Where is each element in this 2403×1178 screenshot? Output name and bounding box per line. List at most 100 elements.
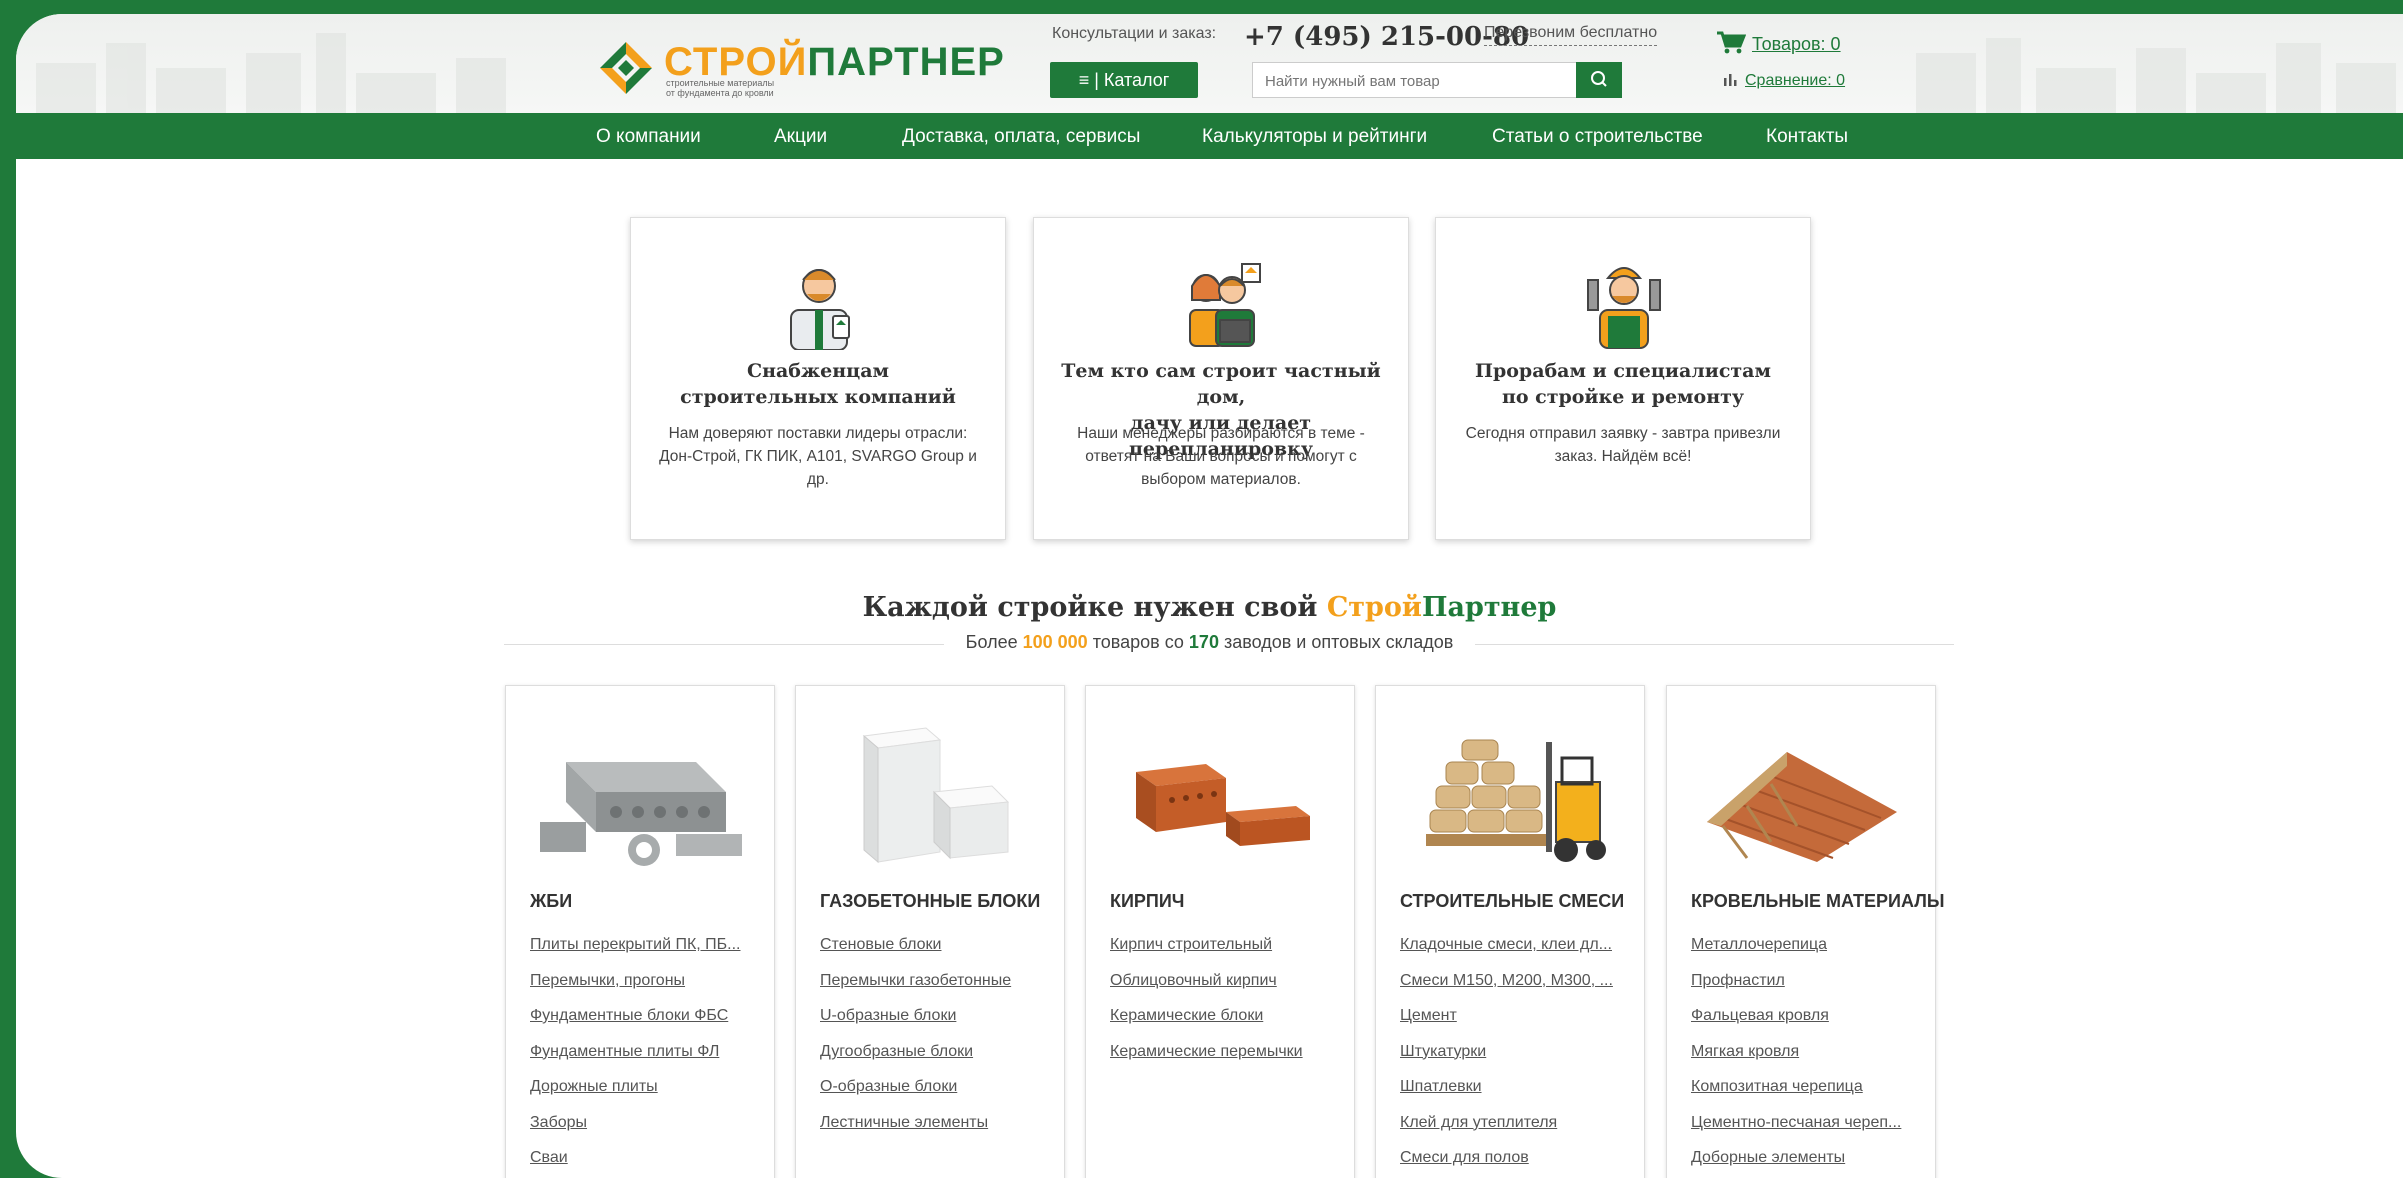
- audience-title: Прорабам и специалистам по стройке и ремо…: [1446, 358, 1800, 410]
- category-link[interactable]: Доборные элементы: [1691, 1149, 1845, 1166]
- consult-label: Консультации и заказ:: [1052, 25, 1217, 42]
- category-link-item: О-образные блоки: [820, 1069, 1011, 1105]
- category-link[interactable]: Смеси М150, М200, М300, ...: [1400, 972, 1613, 989]
- audience-card-foremen[interactable]: Прорабам и специалистам по стройке и ремо…: [1435, 217, 1811, 540]
- audience-title-line1: Тем кто сам строит частный дом,: [1061, 360, 1381, 408]
- audience-title-line1: Прорабам и специалистам: [1475, 360, 1771, 382]
- category-link[interactable]: О-образные блоки: [820, 1078, 957, 1095]
- category-link-item: Дугообразные блоки: [820, 1034, 1011, 1070]
- category-link[interactable]: Сваи: [530, 1149, 568, 1166]
- cart-link[interactable]: Товаров: 0: [1752, 34, 1841, 54]
- logo[interactable]: СТРОЙПАРТНЕР строительные материалы от ф…: [596, 38, 1016, 98]
- category-card-roofing: КРОВЕЛЬНЫЕ МАТЕРИАЛЫ Металлочерепица Про…: [1666, 685, 1944, 1178]
- callback-link[interactable]: Перезвоним бесплатно: [1484, 24, 1658, 46]
- category-link[interactable]: Заборы: [530, 1114, 587, 1131]
- category-links: Стеновые блоки Перемычки газобетонные U-…: [820, 927, 1011, 1140]
- category-link-item: Смеси М150, М200, М300, ...: [1400, 963, 1613, 999]
- category-links: Кладочные смеси, клеи дл... Смеси М150, …: [1400, 927, 1613, 1176]
- category-link[interactable]: Стеновые блоки: [820, 936, 941, 953]
- search-button[interactable]: [1576, 62, 1622, 98]
- category-link[interactable]: Мягкая кровля: [1691, 1043, 1799, 1060]
- category-link-item: Цемент: [1400, 998, 1613, 1034]
- category-card-mixes: СТРОИТЕЛЬНЫЕ СМЕСИ Кладочные смеси, клеи…: [1375, 685, 1645, 1178]
- category-link[interactable]: Композитная черепица: [1691, 1078, 1863, 1095]
- search-input[interactable]: [1253, 63, 1567, 99]
- audience-card-private-builders[interactable]: Тем кто сам строит частный дом, дачу или …: [1033, 217, 1409, 540]
- category-link-item: Лестничные элементы: [820, 1105, 1011, 1141]
- category-link-item: Керамические перемычки: [1110, 1034, 1303, 1070]
- supplier-person-icon: [790, 269, 850, 350]
- audience-card-suppliers[interactable]: Снабженцам строительных компаний Нам дове…: [630, 217, 1006, 540]
- catalog-button[interactable]: ≡ | Каталог: [1050, 62, 1198, 98]
- nav-item-delivery[interactable]: Доставка, оплата, сервисы: [902, 126, 1140, 148]
- category-link-item: Клей для утеплителя: [1400, 1105, 1613, 1141]
- slogan-subtitle-text: Более 100 000 товаров со 170 заводов и о…: [943, 632, 1476, 652]
- audience-text: Наши менеджеры разбираются в теме - отве…: [1077, 425, 1365, 488]
- nav-item-contacts[interactable]: Контакты: [1766, 126, 1848, 148]
- compare[interactable]: Сравнение: 0: [1723, 72, 1845, 90]
- slogan-prefix: Каждой стройке нужен свой: [862, 592, 1327, 623]
- category-link-item: Цементно-песчаная череп...: [1691, 1105, 1901, 1141]
- category-link-item: Фундаментные блоки ФБС: [530, 998, 741, 1034]
- category-link-item: Дорожные плиты: [530, 1069, 741, 1105]
- cart[interactable]: Товаров: 0: [1716, 30, 1841, 55]
- category-link[interactable]: Фальцевая кровля: [1691, 1007, 1829, 1024]
- category-link[interactable]: Облицовочный кирпич: [1110, 972, 1277, 989]
- category-link[interactable]: Перемычки газобетонные: [820, 972, 1011, 989]
- category-link[interactable]: Фундаментные плиты ФЛ: [530, 1043, 719, 1060]
- category-link[interactable]: Клей для утеплителя: [1400, 1114, 1557, 1131]
- category-link-item: Фальцевая кровля: [1691, 998, 1901, 1034]
- logo-subtitle: строительные материалы от фундамента до …: [666, 78, 816, 98]
- category-link-item: Стеновые блоки: [820, 927, 1011, 963]
- category-card-bricks: КИРПИЧ Кирпич строительный Облицовочный …: [1085, 685, 1355, 1178]
- category-link[interactable]: Перемычки, прогоны: [530, 972, 685, 989]
- category-link[interactable]: Штукатурки: [1400, 1043, 1486, 1060]
- category-title: КРОВЕЛЬНЫЕ МАТЕРИАЛЫ: [1691, 891, 1945, 911]
- category-link-item: Смеси для полов: [1400, 1140, 1613, 1176]
- search-icon: [1591, 71, 1607, 87]
- category-link-item: Доборные элементы: [1691, 1140, 1901, 1176]
- nav-item-articles[interactable]: Статьи о строительстве: [1492, 126, 1703, 148]
- category-link-item: Заборы: [530, 1105, 741, 1141]
- category-link[interactable]: Цемент: [1400, 1007, 1457, 1024]
- compare-icon: [1724, 74, 1737, 86]
- category-link[interactable]: Дорожные плиты: [530, 1078, 658, 1095]
- compare-link[interactable]: Сравнение: 0: [1745, 72, 1845, 89]
- header: СТРОЙПАРТНЕР строительные материалы от ф…: [16, 14, 2403, 113]
- slogan-subtitle: Более 100 000 товаров со 170 заводов и о…: [16, 632, 2403, 653]
- category-link[interactable]: Кирпич строительный: [1110, 936, 1272, 953]
- products-count: 100 000: [1022, 632, 1088, 652]
- category-link-item: Металлочерепица: [1691, 927, 1901, 963]
- category-link-item: Штукатурки: [1400, 1034, 1613, 1070]
- category-link-item: U-образные блоки: [820, 998, 1011, 1034]
- nav-item-promos[interactable]: Акции: [774, 126, 827, 148]
- aerated-blocks-image: [862, 727, 1010, 864]
- category-links: Металлочерепица Профнастил Фальцевая кро…: [1691, 927, 1901, 1176]
- category-link[interactable]: Смеси для полов: [1400, 1149, 1529, 1166]
- category-link[interactable]: Керамические блоки: [1110, 1007, 1263, 1024]
- audience-title-line1: Снабженцам: [746, 360, 890, 382]
- category-link[interactable]: Кладочные смеси, клеи дл...: [1400, 936, 1612, 953]
- logo-name-part2: ПАРТНЕР: [807, 40, 1005, 84]
- nav-item-calculators[interactable]: Калькуляторы и рейтинги: [1202, 126, 1427, 148]
- logo-subtitle-line2: от фундамента до кровли: [666, 88, 774, 98]
- category-link[interactable]: Металлочерепица: [1691, 936, 1827, 953]
- category-link[interactable]: Профнастил: [1691, 972, 1785, 989]
- category-link[interactable]: Плиты перекрытий ПК, ПБ...: [530, 936, 741, 953]
- category-link[interactable]: Керамические перемычки: [1110, 1043, 1303, 1060]
- nav-item-about[interactable]: О компании: [596, 126, 701, 148]
- audience-title-line2: строительных компаний: [680, 386, 956, 408]
- category-link[interactable]: Шпатлевки: [1400, 1078, 1482, 1095]
- category-link[interactable]: U-образные блоки: [820, 1007, 956, 1024]
- page: СТРОЙПАРТНЕР строительные материалы от ф…: [16, 14, 2403, 1178]
- category-link-item: Керамические блоки: [1110, 998, 1303, 1034]
- couple-laptop-icon: [1189, 263, 1261, 347]
- category-link[interactable]: Лестничные элементы: [820, 1114, 988, 1131]
- bricks-image: [1136, 764, 1310, 846]
- category-title: ЖБИ: [530, 891, 573, 911]
- category-link-item: Плиты перекрытий ПК, ПБ...: [530, 927, 741, 963]
- category-link[interactable]: Дугообразные блоки: [820, 1043, 973, 1060]
- category-link-item: Перемычки, прогоны: [530, 963, 741, 999]
- category-link[interactable]: Фундаментные блоки ФБС: [530, 1007, 728, 1024]
- category-link[interactable]: Цементно-песчаная череп...: [1691, 1114, 1901, 1131]
